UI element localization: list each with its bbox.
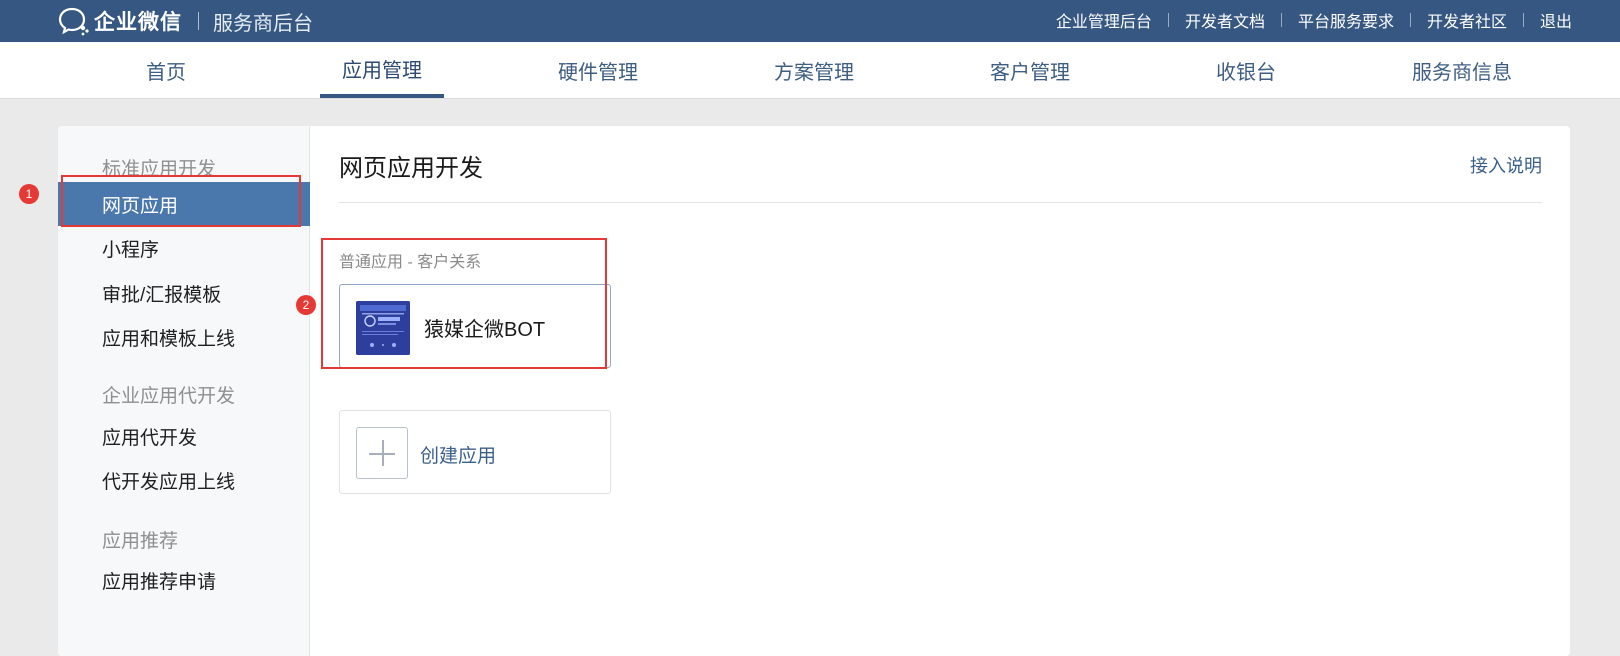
create-app-label: 创建应用 bbox=[420, 446, 497, 467]
create-app-button[interactable]: 创建应用 bbox=[339, 410, 611, 494]
annotation-badge-1: 1 bbox=[19, 184, 39, 204]
sidebar-item-custom-dev-launch[interactable]: 代开发应用上线 bbox=[58, 458, 310, 502]
brand-subtitle: 服务商后台 bbox=[213, 12, 313, 35]
nav-solution-management[interactable]: 方案管理 bbox=[752, 42, 876, 98]
title-divider bbox=[339, 202, 1542, 203]
sidebar-item-web-app[interactable]: 网页应用 bbox=[58, 182, 310, 226]
sidebar-item-mini-program[interactable]: 小程序 bbox=[58, 226, 310, 270]
sidebar-item-recommend-apply[interactable]: 应用推荐申请 bbox=[58, 558, 310, 602]
link-developer-docs[interactable]: 开发者文档 bbox=[1185, 8, 1265, 32]
top-bar: 企业微信 服务商后台 企业管理后台 开发者文档 平台服务要求 开发者社区 退出 bbox=[0, 0, 1620, 42]
section-label: 普通应用 - 客户关系 bbox=[339, 254, 482, 271]
brand-name: 企业微信 bbox=[94, 11, 182, 34]
wecom-logo-icon bbox=[58, 7, 89, 36]
sidebar-group-standard: 标准应用开发 bbox=[102, 159, 217, 180]
nav-provider-info[interactable]: 服务商信息 bbox=[1400, 42, 1524, 98]
divider bbox=[1167, 13, 1169, 27]
brand-divider bbox=[198, 12, 199, 30]
nav-app-management[interactable]: 应用管理 bbox=[320, 42, 444, 98]
app-name: 猿媒企微BOT bbox=[424, 319, 546, 341]
main-panel: 网页应用开发 接入说明 普通应用 - 客户关系 猿媒企微BOT 创建应用 bbox=[311, 126, 1570, 656]
link-developer-community[interactable]: 开发者社区 bbox=[1427, 8, 1507, 32]
nav-customer-management[interactable]: 客户管理 bbox=[968, 42, 1092, 98]
divider bbox=[1522, 13, 1524, 27]
annotation-badge-2: 2 bbox=[296, 295, 316, 315]
sidebar-group-recommend: 应用推荐 bbox=[102, 531, 179, 552]
content-card: 标准应用开发 网页应用 小程序 审批/汇报模板 应用和模板上线 企业应用代开发 … bbox=[58, 126, 1570, 656]
main-nav: 首页 应用管理 硬件管理 方案管理 客户管理 收银台 服务商信息 bbox=[0, 42, 1620, 99]
logout-link[interactable]: 退出 bbox=[1540, 8, 1572, 32]
app-card[interactable]: 猿媒企微BOT bbox=[339, 284, 611, 368]
divider bbox=[1280, 13, 1282, 27]
app-thumbnail-icon bbox=[356, 301, 410, 355]
link-platform-requirements[interactable]: 平台服务要求 bbox=[1298, 8, 1394, 32]
top-links: 企业管理后台 开发者文档 平台服务要求 开发者社区 退出 bbox=[1056, 0, 1572, 40]
plus-icon bbox=[356, 427, 408, 479]
page-title: 网页应用开发 bbox=[339, 155, 483, 182]
nav-home[interactable]: 首页 bbox=[104, 42, 228, 98]
sidebar-item-app-launch[interactable]: 应用和模板上线 bbox=[58, 315, 310, 359]
sidebar: 标准应用开发 网页应用 小程序 审批/汇报模板 应用和模板上线 企业应用代开发 … bbox=[58, 126, 310, 656]
nav-checkout[interactable]: 收银台 bbox=[1184, 42, 1308, 98]
divider bbox=[1409, 13, 1411, 27]
help-link[interactable]: 接入说明 bbox=[1470, 152, 1542, 178]
nav-hardware-management[interactable]: 硬件管理 bbox=[536, 42, 660, 98]
sidebar-item-approval-template[interactable]: 审批/汇报模板 bbox=[58, 271, 310, 315]
app-thumbnail bbox=[356, 301, 410, 355]
sidebar-item-custom-dev[interactable]: 应用代开发 bbox=[58, 414, 310, 458]
sidebar-group-custom-dev: 企业应用代开发 bbox=[102, 386, 236, 407]
brand[interactable]: 企业微信 服务商后台 bbox=[58, 6, 313, 36]
link-enterprise-admin[interactable]: 企业管理后台 bbox=[1056, 8, 1152, 32]
